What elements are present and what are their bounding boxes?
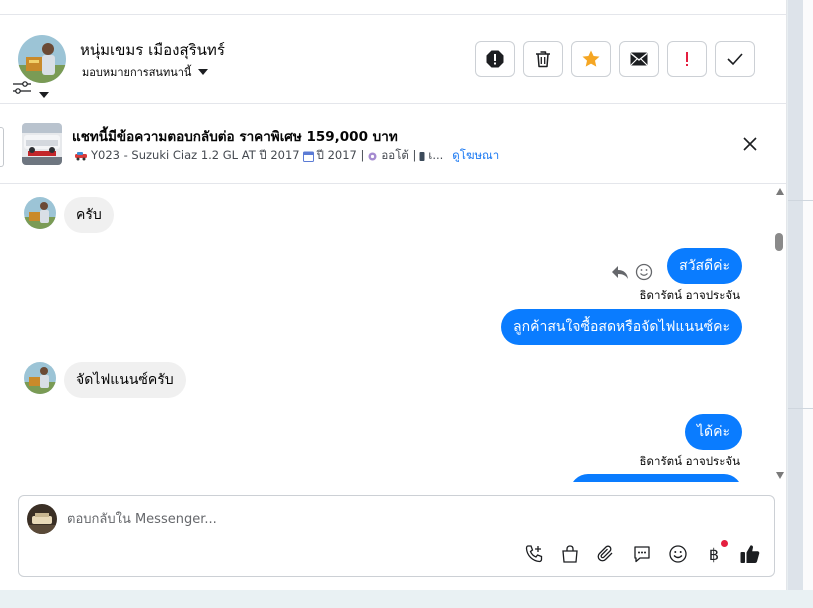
- divider-line: [788, 408, 813, 409]
- contact-avatar[interactable]: [24, 197, 56, 229]
- star-button[interactable]: [571, 41, 611, 77]
- page-avatar: [27, 504, 57, 534]
- mark-done-button[interactable]: [715, 41, 755, 77]
- like-button[interactable]: [738, 542, 762, 566]
- mark-unread-button[interactable]: [619, 41, 659, 77]
- shopping-bag-icon: [562, 545, 578, 563]
- reply-input[interactable]: [67, 508, 707, 530]
- smiley-icon: [669, 545, 687, 563]
- outgoing-message[interactable]: ได้ค่ะ: [684, 414, 742, 450]
- message-scrollbar[interactable]: [772, 185, 787, 482]
- ad-listing-name: Y023 - Suzuki Ciaz 1.2 GL AT ปี 2017: [91, 148, 300, 162]
- reply-icon[interactable]: [611, 264, 629, 280]
- calendar-icon: [302, 151, 314, 162]
- emoji-icon[interactable]: [635, 263, 653, 281]
- incoming-message[interactable]: จัดไฟแนนซ์ครับ: [64, 362, 186, 398]
- outgoing-message[interactable]: สวัสดีค่ะ: [667, 248, 742, 284]
- adjacent-panel-edge: [803, 0, 813, 608]
- ad-listing-more: เ...: [428, 148, 444, 162]
- report-icon: [486, 50, 504, 68]
- assign-conversation-dropdown[interactable]: มอบหมายการสนทนานี้: [82, 63, 209, 81]
- saved-replies-button[interactable]: [630, 542, 654, 566]
- ad-listing-trans: ออโต้ |: [381, 148, 417, 162]
- message-actions: [611, 263, 653, 281]
- conversation-header: หนุ่มเขมร เมืองสุรินทร์ มอบหมายการสนทนาน…: [0, 16, 787, 104]
- top-strip: [0, 0, 787, 15]
- fuel-icon: [419, 151, 425, 161]
- side-divider: [788, 0, 803, 590]
- close-banner-button[interactable]: [741, 135, 759, 153]
- notification-dot: [721, 540, 728, 547]
- assign-label: มอบหมายการสนทนานี้: [82, 66, 192, 79]
- ad-title: แชทนี้มีข้อความตอบกลับต่อ ราคาพิเศษ 159,…: [72, 129, 398, 145]
- scroll-down-arrow[interactable]: [776, 472, 784, 479]
- contact-avatar[interactable]: [24, 362, 56, 394]
- report-button[interactable]: [475, 41, 515, 77]
- delete-button[interactable]: [523, 41, 563, 77]
- star-icon: [582, 50, 600, 67]
- message-composer: ฿: [18, 495, 775, 577]
- contact-avatar[interactable]: [18, 35, 66, 83]
- trash-icon: [536, 51, 550, 68]
- ad-meta: Y023 - Suzuki Ciaz 1.2 GL AT ปี 2017 ปี …: [74, 147, 499, 165]
- chevron-down-icon[interactable]: [38, 84, 50, 98]
- message-thread: ครับ สวัสดีค่ะ ธิดารัตน์ อาจประจัน ลูกค้…: [0, 185, 772, 482]
- spam-button[interactable]: [667, 41, 707, 77]
- ad-thumbnail[interactable]: [22, 123, 62, 165]
- baht-icon: ฿: [708, 544, 720, 564]
- chevron-down-icon: [198, 69, 209, 75]
- paperclip-icon: [597, 545, 613, 562]
- gear-icon: [368, 152, 377, 160]
- ad-context-banner: แชทนี้มีข้อความตอบกลับต่อ ราคาพิเศษ 159,…: [0, 105, 787, 184]
- shop-button[interactable]: [558, 542, 582, 566]
- thumbs-up-icon: [740, 545, 760, 563]
- scroll-thumb[interactable]: [775, 233, 783, 251]
- sender-name: ธิดารัตน์ อาจประจัน: [639, 288, 740, 302]
- exclamation-icon: [686, 52, 688, 66]
- inbox-conversation-panel: หนุ่มเขมร เมืองสุรินทร์ มอบหมายการสนทนาน…: [0, 0, 787, 590]
- outgoing-message-partial[interactable]: [570, 474, 742, 482]
- emoji-button[interactable]: [666, 542, 690, 566]
- contact-name[interactable]: หนุ่มเขมร เมืองสุรินทร์: [80, 38, 225, 62]
- incoming-message[interactable]: ครับ: [64, 197, 114, 233]
- payment-button[interactable]: ฿: [702, 540, 728, 566]
- chat-bubble-icon: [634, 546, 650, 563]
- call-button[interactable]: [522, 542, 546, 566]
- composer-toolbar: ฿: [522, 540, 762, 566]
- envelope-icon: [630, 52, 648, 66]
- divider-line: [788, 200, 813, 201]
- outgoing-message[interactable]: ลูกค้าสนใจซื้อสดหรือจัดไฟแนนซ์คะ: [501, 309, 742, 345]
- attach-button[interactable]: [594, 542, 618, 566]
- ad-carousel-stub: [0, 127, 4, 167]
- scroll-up-arrow[interactable]: [776, 188, 784, 195]
- view-ad-link[interactable]: ดูโฆษณา: [452, 147, 499, 165]
- sender-name: ธิดารัตน์ อาจประจัน: [639, 454, 740, 468]
- bottom-strip: [0, 590, 813, 608]
- ad-listing-year: ปี 2017 |: [316, 148, 365, 162]
- close-icon: [743, 137, 757, 151]
- phone-plus-icon: [525, 545, 543, 563]
- filter-icon[interactable]: [12, 80, 32, 96]
- car-icon: [75, 152, 87, 161]
- check-icon: [727, 53, 743, 66]
